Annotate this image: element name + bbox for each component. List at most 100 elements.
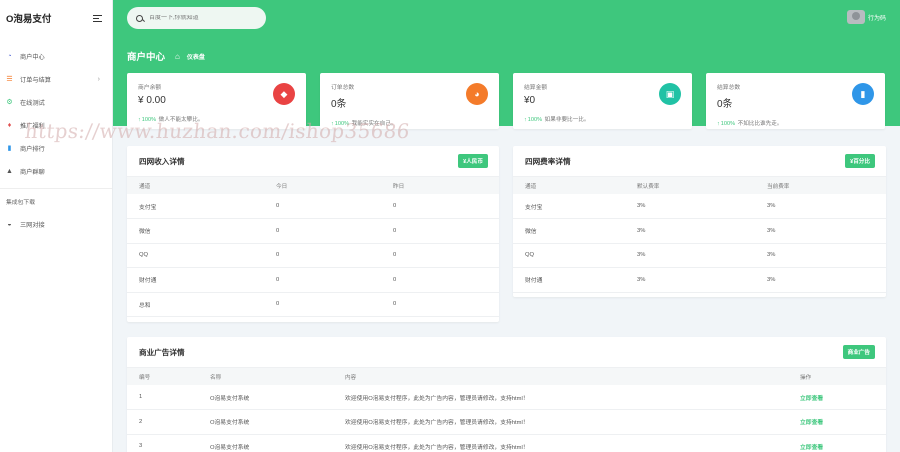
table-cell: 3% [755, 243, 886, 268]
table-row: 财付通 3% 3% [513, 267, 886, 293]
stat-foot: ↑100% 做人不能太攀比。 [138, 115, 295, 123]
brand-bar: O泡易支付 [0, 0, 112, 36]
wallet-icon: ▣ [659, 83, 681, 105]
ads-panel: 商业广告详情 商业广告 编号 名称 内容 操作 1 O泡易支付系统 欢迎使用O泡易支付程序… [127, 337, 886, 452]
table-cell: QQ [513, 243, 625, 268]
home-icon[interactable]: ⌂ [175, 52, 180, 61]
table-cell: 欢迎使用O泡易支付程序，此处为广告内容，管理员请修改，支持html！ [333, 409, 788, 435]
pie-chart-icon: ◕ [466, 83, 488, 105]
wifi-icon: ◒ [7, 221, 12, 228]
table-cell: QQ [127, 243, 264, 268]
table-cell: 财付通 [513, 267, 625, 293]
table-cell: 0 [381, 243, 499, 268]
stat-percent: 100% [527, 117, 543, 123]
table-cell: 微信 [513, 218, 625, 244]
user-menu[interactable]: 行为码 [846, 10, 886, 24]
table-cell: 0 [381, 267, 499, 293]
table-row: 1 O泡易支付系统 欢迎使用O泡易支付程序，此处为广告内容，管理员请修改，支持htm… [127, 385, 886, 410]
gear-icon: ⚙ [6, 99, 13, 106]
table-row: 微信 3% 3% [513, 218, 886, 244]
stat-card: 结算金额 ¥0 ↑100% 如果非要比一比。 ▣ [513, 73, 692, 129]
table-cell: 1 [127, 385, 198, 410]
percent-button[interactable]: ¥百分比 [845, 154, 875, 168]
rates-panel-title: 四网费率详情 [525, 156, 571, 166]
table-cell: 3% [625, 218, 755, 244]
menu-toggle-icon[interactable] [93, 14, 102, 22]
table-cell: 财付通 [127, 267, 264, 293]
sidebar-item-2[interactable]: ⚙ 在线测试 [0, 91, 112, 114]
table-cell: 欢迎使用O泡易支付程序，此处为广告内容，管理员请修改，支持html！ [333, 385, 788, 410]
ads-panel-title: 商业广告详情 [139, 347, 185, 357]
arrow-up-icon: ↑ [138, 117, 141, 123]
table-row: 2 O泡易支付系统 欢迎使用O泡易支付程序，此处为广告内容，管理员请修改，支持htm… [127, 409, 886, 435]
column-header: 昨日 [381, 177, 499, 194]
table-cell: 3 [127, 434, 198, 452]
stat-note: 我能实实在自己。 [351, 121, 397, 127]
sidebar-item-4[interactable]: ▮ 商户排行 [0, 137, 112, 160]
view-link[interactable]: 立即查看 [788, 385, 886, 410]
arrow-up-icon: ↑ [331, 121, 334, 127]
sidebar-item-label: 订单与结算 [20, 77, 51, 84]
table-cell: 支付宝 [127, 194, 264, 219]
table-cell: 0 [264, 194, 381, 219]
table-cell: 0 [381, 194, 499, 219]
stat-card: 订单总数 0条 ↑100% 我能实实在自己。 ◕ [320, 73, 499, 129]
currency-button[interactable]: ¥人民币 [458, 154, 488, 168]
breadcrumb-current: 仪表盘 [186, 54, 205, 61]
table-cell: O泡易支付系统 [198, 434, 333, 452]
avatar[interactable] [846, 10, 865, 24]
sidebar-item-1[interactable]: ☰ 订单与结算 › [0, 68, 112, 91]
table-cell: O泡易支付系统 [198, 409, 333, 435]
stat-card: 结算总数 0条 ↑100% 不如比比谁先走。 ▮ [706, 73, 885, 129]
diamond-icon: ◆ [273, 83, 295, 105]
dashboard-icon: ◔ [7, 53, 12, 60]
table-cell: 3% [755, 267, 886, 293]
sidebar-item-label: 三网对接 [20, 222, 45, 229]
user-name[interactable]: 行为码 [868, 13, 886, 22]
table-cell: 3% [625, 243, 755, 268]
bar-chart-icon: ▮ [7, 145, 12, 152]
page-title: 商户中心 [127, 52, 166, 63]
table-cell: 0 [264, 292, 381, 317]
stat-foot: ↑100% 不如比比谁先走。 [717, 119, 874, 127]
income-table: 通道 今日 昨日 支付宝 0 0 微信 0 0 QQ 0 0 财付通 0 0 总和 0 0 [127, 177, 499, 317]
table-cell: 3% [755, 218, 886, 244]
rates-table: 通道 默认费率 当前费率 支付宝 3% 3% 微信 3% 3% QQ 3% 3% 财付通 3% 3% [513, 177, 886, 293]
stat-value: ¥0 [524, 95, 536, 106]
view-link[interactable]: 立即查看 [788, 434, 886, 452]
bar-chart-icon: ▮ [852, 83, 874, 105]
sidebar-nav: ◔ 商户中心 ☰ 订单与结算 › ⚙ 在线测试 ♦ 推广福利 ▮ 商户排行 ▲ 商户群聊集成包下载 ◒ 三网… [0, 36, 112, 236]
table-cell: 0 [381, 292, 499, 317]
table-row: 支付宝 0 0 [127, 194, 499, 219]
table-row: 微信 0 0 [127, 218, 499, 244]
table-cell: O泡易支付系统 [198, 385, 333, 410]
stat-note: 做人不能太攀比。 [158, 117, 204, 123]
stat-note: 如果非要比一比。 [544, 117, 590, 123]
income-panel: 四网收入详情 ¥人民币 通道 今日 昨日 支付宝 0 0 微信 0 0 QQ 0 0 财付通 0 0 总和 0… [127, 146, 499, 322]
sidebar-item-0[interactable]: ◔ 商户中心 [0, 45, 112, 68]
view-link[interactable]: 立即查看 [788, 409, 886, 435]
stat-percent: 100% [141, 117, 157, 123]
column-header: 通道 [127, 177, 264, 194]
table-cell: 2 [127, 409, 198, 435]
stat-label: 结算总数 [717, 85, 741, 91]
sidebar-section-label: 集成包下载 [6, 200, 35, 206]
rates-panel: 四网费率详情 ¥百分比 通道 默认费率 当前费率 支付宝 3% 3% 微信 3% 3% QQ 3%… [513, 146, 886, 297]
search-input[interactable] [149, 15, 259, 21]
sidebar-item-label: 商户排行 [20, 146, 45, 153]
sidebar-download-item-0[interactable]: ◒ 三网对接 [0, 213, 112, 236]
table-row: 财付通 0 0 [127, 267, 499, 293]
table-row: 支付宝 3% 3% [513, 194, 886, 219]
column-header: 操作 [788, 368, 886, 385]
search-box[interactable] [127, 7, 266, 29]
list-icon: ☰ [6, 76, 13, 83]
sidebar-item-3[interactable]: ♦ 推广福利 [0, 114, 112, 137]
sidebar-item-label: 商户中心 [20, 54, 45, 61]
column-header: 名称 [198, 368, 333, 385]
sidebar-item-5[interactable]: ▲ 商户群聊 [0, 160, 112, 183]
brand-title: O泡易支付 [6, 14, 52, 25]
table-cell: 支付宝 [513, 194, 625, 219]
ads-button[interactable]: 商业广告 [842, 345, 875, 359]
chevron-right-icon: › [97, 76, 100, 83]
column-header: 今日 [264, 177, 381, 194]
